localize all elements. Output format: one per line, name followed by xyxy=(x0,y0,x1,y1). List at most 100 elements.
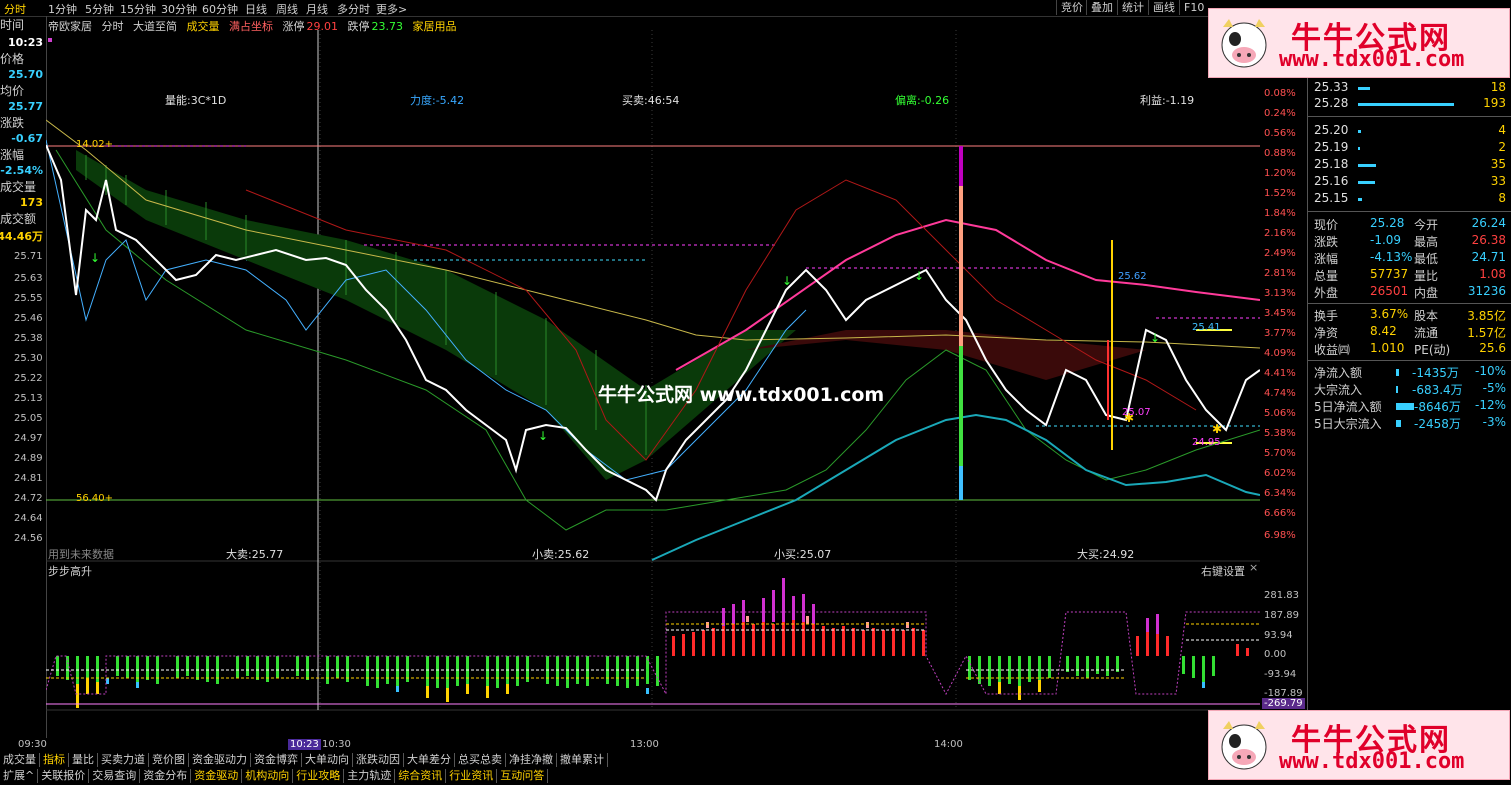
flow-row: 大宗流入 -683.4万 -5% xyxy=(1314,381,1506,398)
tab-15min[interactable]: 15分钟 xyxy=(120,1,156,17)
tab-overlay[interactable]: 叠加 xyxy=(1086,0,1117,15)
quote-label: 最低 xyxy=(1414,252,1439,266)
tab-news[interactable]: 综合资讯 xyxy=(395,769,447,783)
sub-chart-settings[interactable]: 右键设置 xyxy=(1201,563,1245,579)
sub-axis-tick: 0.00 xyxy=(1264,649,1287,660)
tab-fund-game[interactable]: 资金博弈 xyxy=(251,753,302,767)
pct-value: -2.54% xyxy=(0,164,43,177)
quote-row: 外盘 26501 内盘 31236 xyxy=(1314,284,1506,301)
close-icon[interactable]: × xyxy=(1249,561,1258,574)
tab-auction-chart[interactable]: 竞价图 xyxy=(149,753,189,767)
tab-large-order[interactable]: 大单动向 xyxy=(302,753,353,767)
price-tick: 24.89 xyxy=(14,453,43,464)
buy-arrow-icon: ↓ xyxy=(782,274,792,288)
tab-cause[interactable]: 涨跌动因 xyxy=(353,753,404,767)
center-watermark: 牛牛公式网 www.tdx001.com xyxy=(598,384,885,406)
order-row: 25.18 35 xyxy=(1314,157,1506,174)
tab-fund-drive2[interactable]: 资金驱动 xyxy=(191,769,243,783)
tab-net-hang[interactable]: 净挂净撤 xyxy=(506,753,557,767)
tab-fund-dist[interactable]: 资金分布 xyxy=(140,769,192,783)
price-tick: 25.46 xyxy=(14,313,43,324)
tab-fund-drive[interactable]: 资金驱动力 xyxy=(189,753,251,767)
tab-week[interactable]: 周线 xyxy=(276,1,298,17)
time-value: 10:23 xyxy=(7,36,43,49)
flow-bar xyxy=(1396,386,1398,393)
tab-industry-guide[interactable]: 行业攻略 xyxy=(293,769,345,783)
volume-ratio: 1.08 xyxy=(1479,267,1506,281)
pct-tick: 1.84% xyxy=(1264,208,1296,219)
order-row: 25.15 8 xyxy=(1314,191,1506,208)
indicator-tab-bar: 成交量 指标 量比 买卖力道 竞价图 资金驱动力 资金博弈 大单动向 涨跌动因 大单差分 总买总卖净… xyxy=(0,753,608,768)
tab-multi[interactable]: 多分时 xyxy=(337,1,370,17)
price-tick: 24.81 xyxy=(14,473,43,484)
watermark-url: www.tdx001.com xyxy=(1279,47,1465,72)
tab-institution[interactable]: 机构动向 xyxy=(242,769,294,783)
tab-auction[interactable]: 竞价 xyxy=(1056,0,1087,15)
flow-label: 5日大宗流入 xyxy=(1314,417,1382,431)
xiaobuy-label: 小买:25.07 xyxy=(774,548,832,561)
tab-expand[interactable]: 扩展^ xyxy=(0,769,39,783)
tab-day[interactable]: 日线 xyxy=(245,1,267,17)
pct-tick: 6.66% xyxy=(1264,508,1296,519)
tab-total-buy-sell[interactable]: 总买总卖 xyxy=(455,753,506,767)
price-tick: 24.56 xyxy=(14,533,43,544)
tab-60min[interactable]: 60分钟 xyxy=(202,1,238,17)
time-tick: 13:00 xyxy=(630,739,659,750)
quote-row: 净资 8.42 流通 1.57亿 xyxy=(1314,324,1506,341)
order-bar xyxy=(1358,130,1361,133)
price-tag: 25.07 xyxy=(1122,407,1151,418)
tab-trade-query[interactable]: 交易查询 xyxy=(89,769,141,783)
price-tick: 25.38 xyxy=(14,333,43,344)
order-price: 25.19 xyxy=(1314,140,1349,154)
pct-tick: 6.34% xyxy=(1264,488,1296,499)
tab-qa[interactable]: 互动问答 xyxy=(497,769,549,783)
top-ref-label: 14.02+ xyxy=(76,139,114,150)
tab-month[interactable]: 月线 xyxy=(306,1,328,17)
tab-main-track[interactable]: 主力轨迹 xyxy=(344,769,396,783)
time-label: 时间 xyxy=(0,18,25,32)
buy-arrow-icon: ↓ xyxy=(914,269,924,283)
tab-5min[interactable]: 5分钟 xyxy=(85,1,114,17)
amount-label: 成交额 xyxy=(0,212,37,226)
quote-label: 收益㈣ xyxy=(1314,343,1351,357)
liangneng-label: 量能:3C*1D xyxy=(165,94,227,107)
tab-1min[interactable]: 1分钟 xyxy=(48,1,77,17)
cursor-info-panel: 时间 10:23 价格 25.70 均价 25.77 涨跌 -0.67 涨幅 -… xyxy=(0,16,47,738)
flow-label: 大宗流入 xyxy=(1314,383,1363,397)
tab-volume[interactable]: 成交量 xyxy=(0,753,40,767)
tab-cancel-total[interactable]: 撤单累计 xyxy=(557,753,608,767)
pct-axis: 0.08% 0.24% 0.56% 0.88% 1.20% 1.52% 1.84… xyxy=(1262,30,1306,550)
tab-stats[interactable]: 统计 xyxy=(1117,0,1148,15)
order-price: 25.16 xyxy=(1314,174,1349,188)
flow-label: 5日净流入额 xyxy=(1314,400,1382,414)
order-row: 25.28 193 xyxy=(1314,96,1506,113)
future-data-note: 用到未来数据 xyxy=(48,548,114,561)
price-tick: 25.22 xyxy=(14,373,43,384)
flow-row: 5日大宗流入 -2458万 -3% xyxy=(1314,415,1506,432)
flow-value: -683.4万 xyxy=(1412,383,1463,397)
liyi-label: 利益:-1.19 xyxy=(1140,94,1195,107)
pianli-label: 偏离:-0.26 xyxy=(895,94,950,107)
avg-value: 25.77 xyxy=(8,100,43,113)
pct-tick: 1.20% xyxy=(1264,168,1296,179)
tab-vol-ratio[interactable]: 量比 xyxy=(69,753,98,767)
order-volume: 18 xyxy=(1490,80,1506,94)
tab-related[interactable]: 关联报价 xyxy=(38,769,90,783)
tab-draw[interactable]: 画线 xyxy=(1148,0,1179,15)
order-bar xyxy=(1358,198,1362,201)
flow-pct: -12% xyxy=(1474,398,1506,412)
tab-f10[interactable]: F10 xyxy=(1179,0,1208,15)
volume-value: 173 xyxy=(20,196,43,209)
tab-30min[interactable]: 30分钟 xyxy=(161,1,197,17)
time-tick: 14:00 xyxy=(934,739,963,750)
tab-industry-news[interactable]: 行业资讯 xyxy=(446,769,498,783)
sub-axis-tick: 281.83 xyxy=(1264,590,1299,601)
tab-fenshi[interactable]: 分时 xyxy=(4,1,26,17)
change-label: 涨跌 xyxy=(0,116,25,130)
quote-label: 涨幅 xyxy=(1314,252,1339,266)
order-price: 25.20 xyxy=(1314,123,1349,137)
tab-large-diff[interactable]: 大单差分 xyxy=(404,753,455,767)
tab-indicator[interactable]: 指标 xyxy=(40,753,69,767)
tab-more[interactable]: 更多> xyxy=(376,1,407,17)
tab-buy-sell-force[interactable]: 买卖力道 xyxy=(98,753,149,767)
